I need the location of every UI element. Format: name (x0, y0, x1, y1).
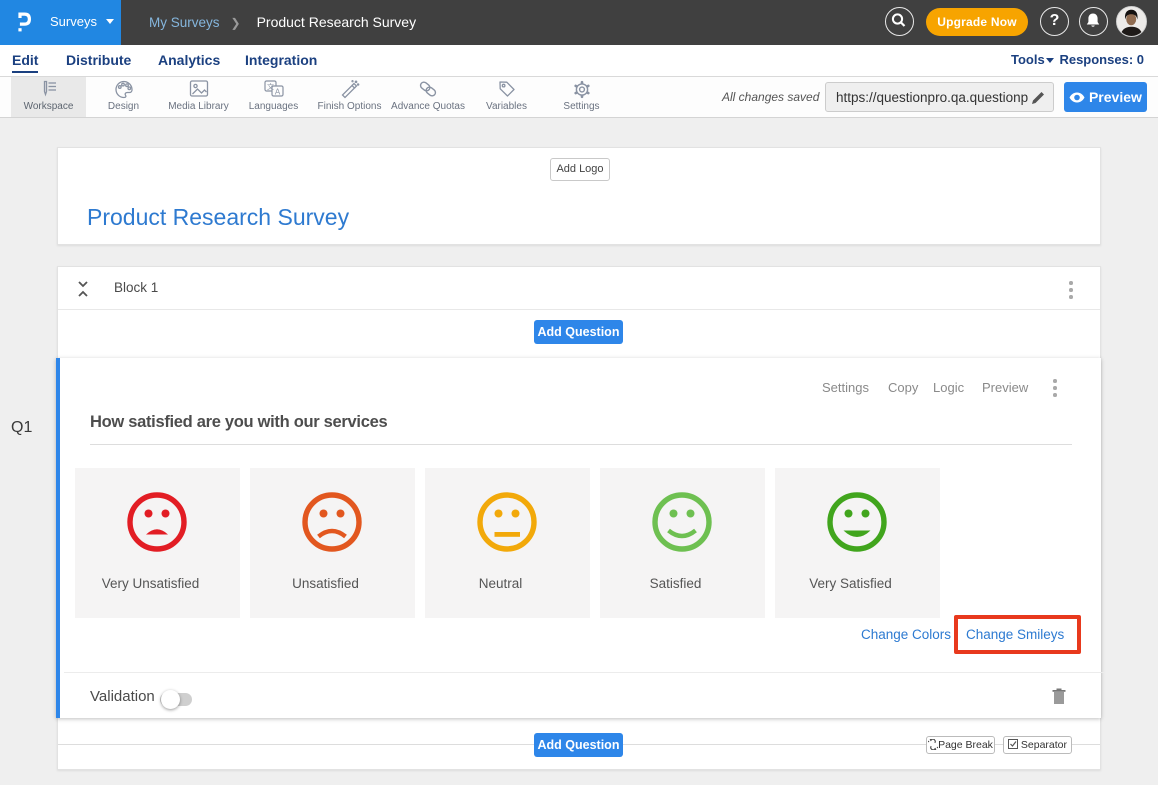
svg-text:A: A (274, 88, 280, 97)
svg-text:文: 文 (267, 82, 274, 91)
